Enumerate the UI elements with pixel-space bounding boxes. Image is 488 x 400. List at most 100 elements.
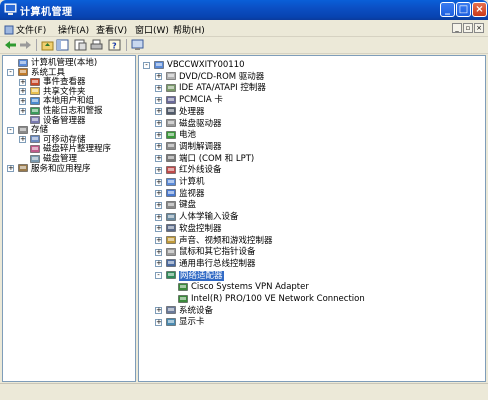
tree-item[interactable]: 磁盘驱动器 xyxy=(166,119,222,129)
tree-item[interactable]: 端口 (COM 和 LPT) xyxy=(166,154,254,164)
close-button[interactable]: × xyxy=(472,2,487,17)
console-tree-pane[interactable]: 计算机管理(本地) - 系统工具 + 事件查看器 + 共享文件夹 + 本地用户和组 + 性能日志和警… xyxy=(2,55,136,382)
tree-item-label: 电池 xyxy=(179,130,197,141)
device-tree-pane[interactable]: - VBCCWXITY00110 + DVD/CD-ROM 驱动器 + IDE ATA/A… xyxy=(138,55,486,382)
tree-item[interactable]: 声音、视频和游戏控制器 xyxy=(166,236,273,246)
tree-item[interactable]: PCMCIA 卡 xyxy=(166,95,223,105)
collapse-toggle[interactable]: - xyxy=(7,69,14,77)
tree-item[interactable]: 磁盘管理 xyxy=(30,154,77,164)
maximize-button[interactable]: □ xyxy=(456,2,471,17)
expand-toggle[interactable]: + xyxy=(155,143,162,151)
tree-item[interactable]: 计算机管理(本地) xyxy=(18,58,97,68)
pcmcia-icon xyxy=(166,95,176,104)
tree-item[interactable]: 红外线设备 xyxy=(166,165,222,175)
expand-toggle[interactable]: + xyxy=(155,260,162,268)
forward-icon[interactable] xyxy=(19,39,32,51)
tree-item[interactable]: 系统设备 xyxy=(166,306,213,316)
expand-toggle[interactable]: + xyxy=(155,108,162,116)
expand-toggle[interactable]: + xyxy=(19,136,26,144)
floppy-controller-icon xyxy=(166,224,176,233)
tree-item[interactable]: 计算机 xyxy=(166,177,205,187)
expand-toggle[interactable]: + xyxy=(155,318,162,326)
menu-view[interactable]: 查看(V) xyxy=(96,23,127,36)
computer-management-icon xyxy=(4,3,17,15)
expand-toggle[interactable]: + xyxy=(155,166,162,174)
tree-item-label: 本地用户和组 xyxy=(43,96,95,107)
tree-item[interactable]: 事件查看器 xyxy=(30,77,86,87)
tree-item[interactable]: 电池 xyxy=(166,130,196,140)
tree-item[interactable]: Intel(R) PRO/100 VE Network Connection xyxy=(178,294,365,304)
expand-toggle[interactable]: + xyxy=(19,97,26,105)
tree-item[interactable]: VBCCWXITY00110 xyxy=(154,60,245,70)
tree-item[interactable]: 存储 xyxy=(18,125,48,135)
tree-item[interactable]: Cisco Systems VPN Adapter xyxy=(178,282,309,292)
expand-toggle[interactable]: + xyxy=(155,131,162,139)
expand-toggle[interactable]: + xyxy=(155,190,162,198)
storage-icon xyxy=(18,125,28,134)
tree-item[interactable]: 软盘控制器 xyxy=(166,224,222,234)
mdi-close-button[interactable]: × xyxy=(474,23,484,33)
expand-toggle[interactable]: + xyxy=(155,213,162,221)
mouse-icon xyxy=(166,247,176,256)
tree-item-label: 磁盘管理 xyxy=(43,154,78,164)
menu-bar: 文件(F) 操作(A) 查看(V) 窗口(W) 帮助(H) _ ▫ × xyxy=(0,20,488,37)
tree-item-label: 存储 xyxy=(31,125,49,136)
tree-item-label: 人体学输入设备 xyxy=(179,212,239,223)
mdi-minimize-button[interactable]: _ xyxy=(452,23,462,33)
tree-item-label: Cisco Systems VPN Adapter xyxy=(191,282,309,293)
expand-toggle[interactable]: + xyxy=(155,73,162,81)
tree-item[interactable]: 监视器 xyxy=(166,189,205,199)
scan-hardware-icon[interactable] xyxy=(131,39,144,51)
tree-item[interactable]: 网络适配器 xyxy=(166,270,224,281)
expand-toggle[interactable]: + xyxy=(7,165,14,173)
expand-toggle[interactable]: + xyxy=(155,120,162,127)
expand-toggle[interactable]: + xyxy=(155,237,162,244)
title-bar[interactable]: 计算机管理 _ □ × xyxy=(0,0,488,20)
menu-help[interactable]: 帮助(H) xyxy=(173,23,205,36)
tree-item[interactable]: 鼠标和其它指针设备 xyxy=(166,247,256,257)
expand-toggle[interactable]: + xyxy=(19,107,26,115)
show-hide-tree-icon[interactable] xyxy=(56,39,69,51)
tree-item[interactable]: 本地用户和组 xyxy=(30,96,94,106)
up-folder-icon[interactable] xyxy=(41,39,54,51)
menu-window[interactable]: 窗口(W) xyxy=(135,23,169,36)
expand-toggle[interactable]: + xyxy=(155,225,162,233)
menu-action[interactable]: 操作(A) xyxy=(58,23,89,36)
tree-item[interactable]: 通用串行总线控制器 xyxy=(166,259,256,269)
services-icon xyxy=(18,164,28,172)
expand-toggle[interactable]: + xyxy=(19,88,26,96)
disk-management-icon xyxy=(30,154,40,163)
collapse-toggle[interactable]: - xyxy=(7,126,14,134)
print-icon[interactable] xyxy=(90,39,103,51)
minimize-button[interactable]: _ xyxy=(440,2,455,17)
network-card-icon xyxy=(178,283,188,291)
expand-toggle[interactable]: + xyxy=(155,155,162,163)
tree-item[interactable]: 键盘 xyxy=(166,200,196,210)
help-icon[interactable]: ? xyxy=(108,39,121,51)
processor-icon xyxy=(166,107,176,116)
tree-item[interactable]: 人体学输入设备 xyxy=(166,212,239,222)
expand-toggle[interactable]: + xyxy=(19,78,26,86)
expand-toggle[interactable]: + xyxy=(155,84,162,92)
menu-file[interactable]: 文件(F) xyxy=(4,23,46,36)
collapse-toggle[interactable]: - xyxy=(155,272,162,280)
expand-toggle[interactable]: + xyxy=(155,248,162,256)
tree-item[interactable]: DVD/CD-ROM 驱动器 xyxy=(166,72,264,82)
tree-item[interactable]: IDE ATA/ATAPI 控制器 xyxy=(166,83,266,93)
properties-icon[interactable] xyxy=(74,39,87,51)
collapse-toggle[interactable]: - xyxy=(143,61,150,69)
expand-toggle[interactable]: + xyxy=(155,96,162,104)
tree-item[interactable]: 服务和应用程序 xyxy=(18,164,91,174)
expand-toggle[interactable]: + xyxy=(155,201,162,209)
tree-item[interactable]: 处理器 xyxy=(166,107,205,117)
tree-item[interactable]: 调制解调器 xyxy=(166,142,222,152)
tree-item[interactable]: 显示卡 xyxy=(166,317,205,327)
tree-item-label: 软盘控制器 xyxy=(179,223,222,234)
mdi-restore-button[interactable]: ▫ xyxy=(463,23,473,33)
back-icon[interactable] xyxy=(4,39,17,51)
toolbar-separator xyxy=(126,39,127,51)
tree-item[interactable]: 磁盘碎片整理程序 xyxy=(30,144,111,154)
expand-toggle[interactable]: + xyxy=(155,307,162,315)
tree-item[interactable]: 性能日志和警报 xyxy=(30,106,103,116)
expand-toggle[interactable]: + xyxy=(155,178,162,186)
